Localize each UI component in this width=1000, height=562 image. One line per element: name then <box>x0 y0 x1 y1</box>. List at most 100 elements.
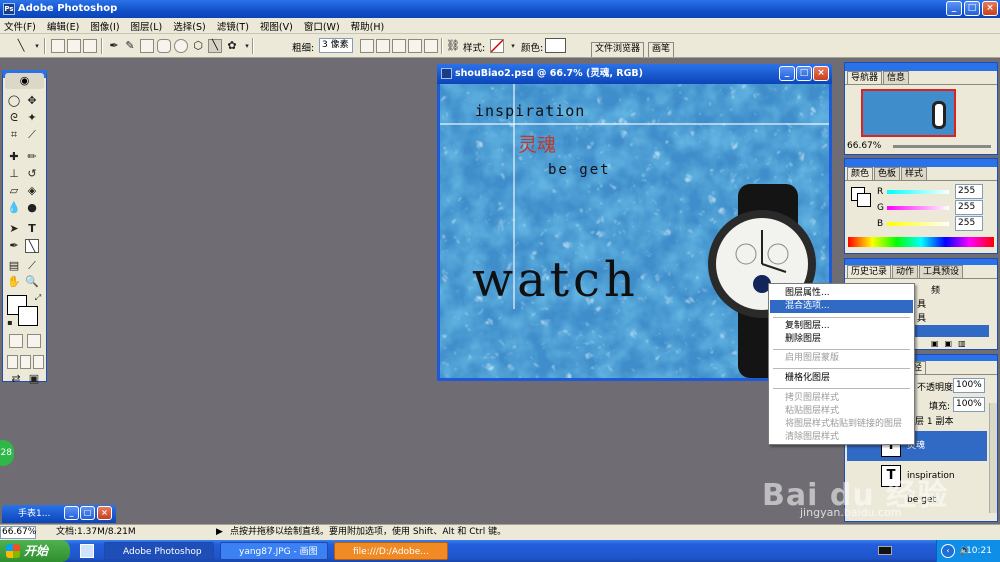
taskbar-paint[interactable]: yang87.JPG - 画图 <box>220 542 328 560</box>
brushes-tab[interactable]: 画笔 <box>648 42 675 57</box>
rectangle-shape-button[interactable] <box>140 39 154 53</box>
pen-icon[interactable]: ✒ <box>107 39 121 53</box>
eraser-tool-icon[interactable]: ▱ <box>7 184 21 198</box>
crop-tool-icon[interactable]: ⌗ <box>7 128 21 142</box>
menu-item-delete-layer[interactable]: 删除图层 <box>770 333 913 346</box>
ellipse-button[interactable] <box>174 39 188 53</box>
close-button[interactable]: × <box>982 1 998 16</box>
channel-r-slider[interactable] <box>887 190 949 194</box>
dodge-tool-icon[interactable]: ● <box>25 201 39 215</box>
quick-mask-mode-button[interactable] <box>27 334 41 348</box>
line-shape-button[interactable]: ╲ <box>208 39 222 53</box>
lasso-tool-icon[interactable]: ᘓ <box>7 111 21 125</box>
magic-wand-tool-icon[interactable]: ✦ <box>25 111 39 125</box>
imageready-icon[interactable]: ▣ <box>27 372 41 386</box>
channel-g-slider[interactable] <box>887 206 949 210</box>
channel-b-slider[interactable] <box>887 222 949 226</box>
thickness-input[interactable]: 3 像素 <box>319 38 353 53</box>
tray-back-arrow-icon[interactable]: ‹ <box>941 544 955 558</box>
color-spectrum-bar[interactable] <box>848 237 994 247</box>
file-browser-tab[interactable]: 文件浏览器 <box>591 42 645 57</box>
minimize-button[interactable]: _ <box>946 1 962 16</box>
taskbar-browser[interactable]: file:///D:/Adobe... <box>334 542 448 560</box>
color-panel-title[interactable] <box>845 159 997 167</box>
app-title-bar[interactable]: Ps Adobe Photoshop _ □ × <box>0 0 1000 18</box>
taskbar-photoshop[interactable]: Adobe Photoshop <box>104 542 214 560</box>
maximize-button[interactable]: □ <box>964 1 980 16</box>
adobe-online-eye-icon[interactable]: ◉ <box>5 73 44 89</box>
fill-pixels-mode-button[interactable] <box>83 39 97 53</box>
tab-tool-presets[interactable]: 工具预设 <box>919 265 964 278</box>
paths-mode-button[interactable] <box>67 39 81 53</box>
freeform-pen-icon[interactable]: ✎ <box>123 39 137 53</box>
navigator-zoom-value[interactable]: 66.67% <box>847 141 881 151</box>
tab-info[interactable]: 信息 <box>883 71 910 84</box>
jump-to-imageready-icon[interactable]: ⇄ <box>9 372 23 386</box>
fill-input[interactable]: 100% <box>953 397 985 412</box>
notes-tool-icon[interactable]: ▤ <box>7 259 21 273</box>
menu-view[interactable]: 视图(V) <box>260 19 293 33</box>
menu-window[interactable]: 窗口(W) <box>304 19 340 33</box>
menu-item-rasterize-layer[interactable]: 栅格化图层 <box>770 372 913 385</box>
combine-subtract-button[interactable] <box>376 39 390 53</box>
zoom-tool-icon[interactable]: 🔍 <box>25 275 39 289</box>
channel-b-input[interactable]: 255 <box>955 216 983 231</box>
menu-item-blending-options[interactable]: 混合选项... <box>770 300 913 313</box>
status-doc-size[interactable]: 文档:1.37M/8.21M <box>56 525 136 540</box>
path-selection-tool-icon[interactable]: ➤ <box>7 222 21 236</box>
history-item[interactable]: 具 <box>917 311 926 324</box>
swap-colors-icon[interactable]: ⤢ <box>31 291 45 305</box>
line-tool-icon[interactable]: ╲ <box>25 239 39 253</box>
history-panel-buttons[interactable]: ▣▣▥ <box>931 339 991 348</box>
type-tool-icon[interactable]: T <box>25 222 39 236</box>
opacity-input[interactable]: 100% <box>953 378 985 393</box>
menu-help[interactable]: 帮助(H) <box>351 19 385 33</box>
rounded-rectangle-button[interactable] <box>157 39 171 53</box>
tab-history[interactable]: 历史记录 <box>847 265 892 278</box>
menu-filter[interactable]: 滤镜(T) <box>217 19 249 33</box>
clone-stamp-tool-icon[interactable]: ⊥ <box>7 167 21 181</box>
channel-r-input[interactable]: 255 <box>955 184 983 199</box>
tab-swatches[interactable]: 色板 <box>874 167 901 180</box>
history-selected-row[interactable] <box>905 325 989 337</box>
volume-icon[interactable]: 🔈 <box>959 545 971 557</box>
standard-mode-button[interactable] <box>9 334 23 348</box>
blur-tool-icon[interactable]: 💧 <box>7 201 21 215</box>
combine-intersect-button[interactable] <box>392 39 406 53</box>
combine-add-button[interactable] <box>360 39 374 53</box>
slice-tool-icon[interactable]: ⟋ <box>25 128 39 142</box>
menu-image[interactable]: 图像(I) <box>90 19 119 33</box>
tab-color[interactable]: 颜色 <box>847 167 874 180</box>
navigator-thumbnail[interactable] <box>861 89 956 137</box>
navigator-panel-title[interactable] <box>845 63 997 71</box>
color-bg-swatch[interactable] <box>857 193 871 207</box>
hand-tool-icon[interactable]: ✋ <box>7 275 21 289</box>
minimized-document-window[interactable]: 手表1... _ □ × <box>2 505 116 523</box>
background-color-swatch[interactable] <box>18 306 38 326</box>
eyedropper-tool-icon[interactable]: ⟋ <box>25 259 39 273</box>
paint-bucket-tool-icon[interactable]: ◈ <box>25 184 39 198</box>
color-swatch[interactable] <box>545 38 566 53</box>
tab-styles[interactable]: 样式 <box>901 167 928 180</box>
doc-close-button[interactable]: × <box>813 66 829 81</box>
layer-row-copy[interactable]: 层 1 副本 <box>905 415 987 429</box>
doc-maximize-button[interactable]: □ <box>796 66 812 81</box>
pen-tool-icon[interactable]: ✒ <box>7 239 21 253</box>
document-title-bar[interactable]: shouBiao2.psd @ 66.7% (灵魂, RGB) _ □ × <box>437 64 832 84</box>
healing-brush-tool-icon[interactable]: ✚ <box>7 150 21 164</box>
mini-maximize-button[interactable]: □ <box>80 506 95 520</box>
side-badge[interactable]: 28 <box>0 440 14 466</box>
history-item[interactable]: 具 <box>917 297 926 310</box>
menu-item-duplicate-layer[interactable]: 复制图层... <box>770 320 913 333</box>
channel-g-input[interactable]: 255 <box>955 200 983 215</box>
start-button[interactable]: 开始 <box>0 540 70 562</box>
tab-actions[interactable]: 动作 <box>892 265 919 278</box>
screen-mode-standard-button[interactable] <box>7 355 18 369</box>
screen-mode-full-button[interactable] <box>33 355 44 369</box>
navigator-zoom-slider[interactable] <box>893 145 991 148</box>
menu-edit[interactable]: 编辑(E) <box>47 19 79 33</box>
history-item[interactable]: 频 <box>931 283 940 296</box>
combine-exclude-button[interactable] <box>408 39 422 53</box>
default-colors-icon[interactable]: ▪ <box>3 316 17 330</box>
menu-file[interactable]: 文件(F) <box>4 19 36 33</box>
